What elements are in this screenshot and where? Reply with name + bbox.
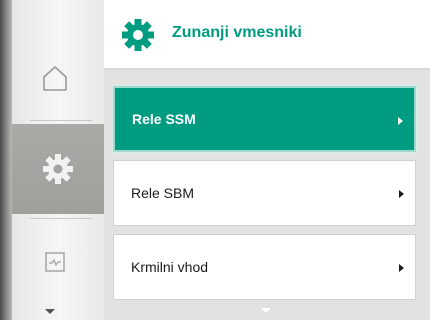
chevron-right-icon [398, 117, 403, 125]
chevron-right-icon [399, 264, 404, 272]
gear-icon [122, 19, 154, 51]
menu-item-rele-ssm[interactable]: Rele SSM [113, 86, 416, 152]
diagnostics-icon [45, 252, 65, 272]
menu-item-rele-sbm[interactable]: Rele SBM [113, 160, 416, 226]
nav-divider [30, 218, 92, 219]
nav-item-diagnostics[interactable] [16, 222, 94, 302]
menu-item-krmilni-vhod[interactable]: Krmilni vhod [113, 234, 416, 300]
menu-item-label: Rele SBM [131, 185, 195, 201]
gear-icon [43, 154, 73, 184]
device-bezel [0, 0, 12, 320]
nav-item-settings[interactable] [12, 124, 104, 214]
chevron-down-icon[interactable] [44, 308, 56, 316]
scroll-down-icon[interactable] [261, 308, 271, 313]
header: Zunanji vmesniki [104, 0, 430, 70]
nav-item-home[interactable] [16, 38, 94, 118]
menu-item-label: Krmilni vhod [131, 259, 209, 275]
menu-item-label: Rele SSM [132, 111, 196, 127]
pump-display-screen: Zunanji vmesniki Rele SSM Rele SBM Krmil… [0, 0, 430, 320]
home-icon [43, 66, 67, 91]
nav-divider [30, 120, 92, 121]
chevron-right-icon [399, 190, 404, 198]
page-title: Zunanji vmesniki [172, 24, 302, 41]
main-panel: Zunanji vmesniki Rele SSM Rele SBM Krmil… [104, 0, 430, 320]
